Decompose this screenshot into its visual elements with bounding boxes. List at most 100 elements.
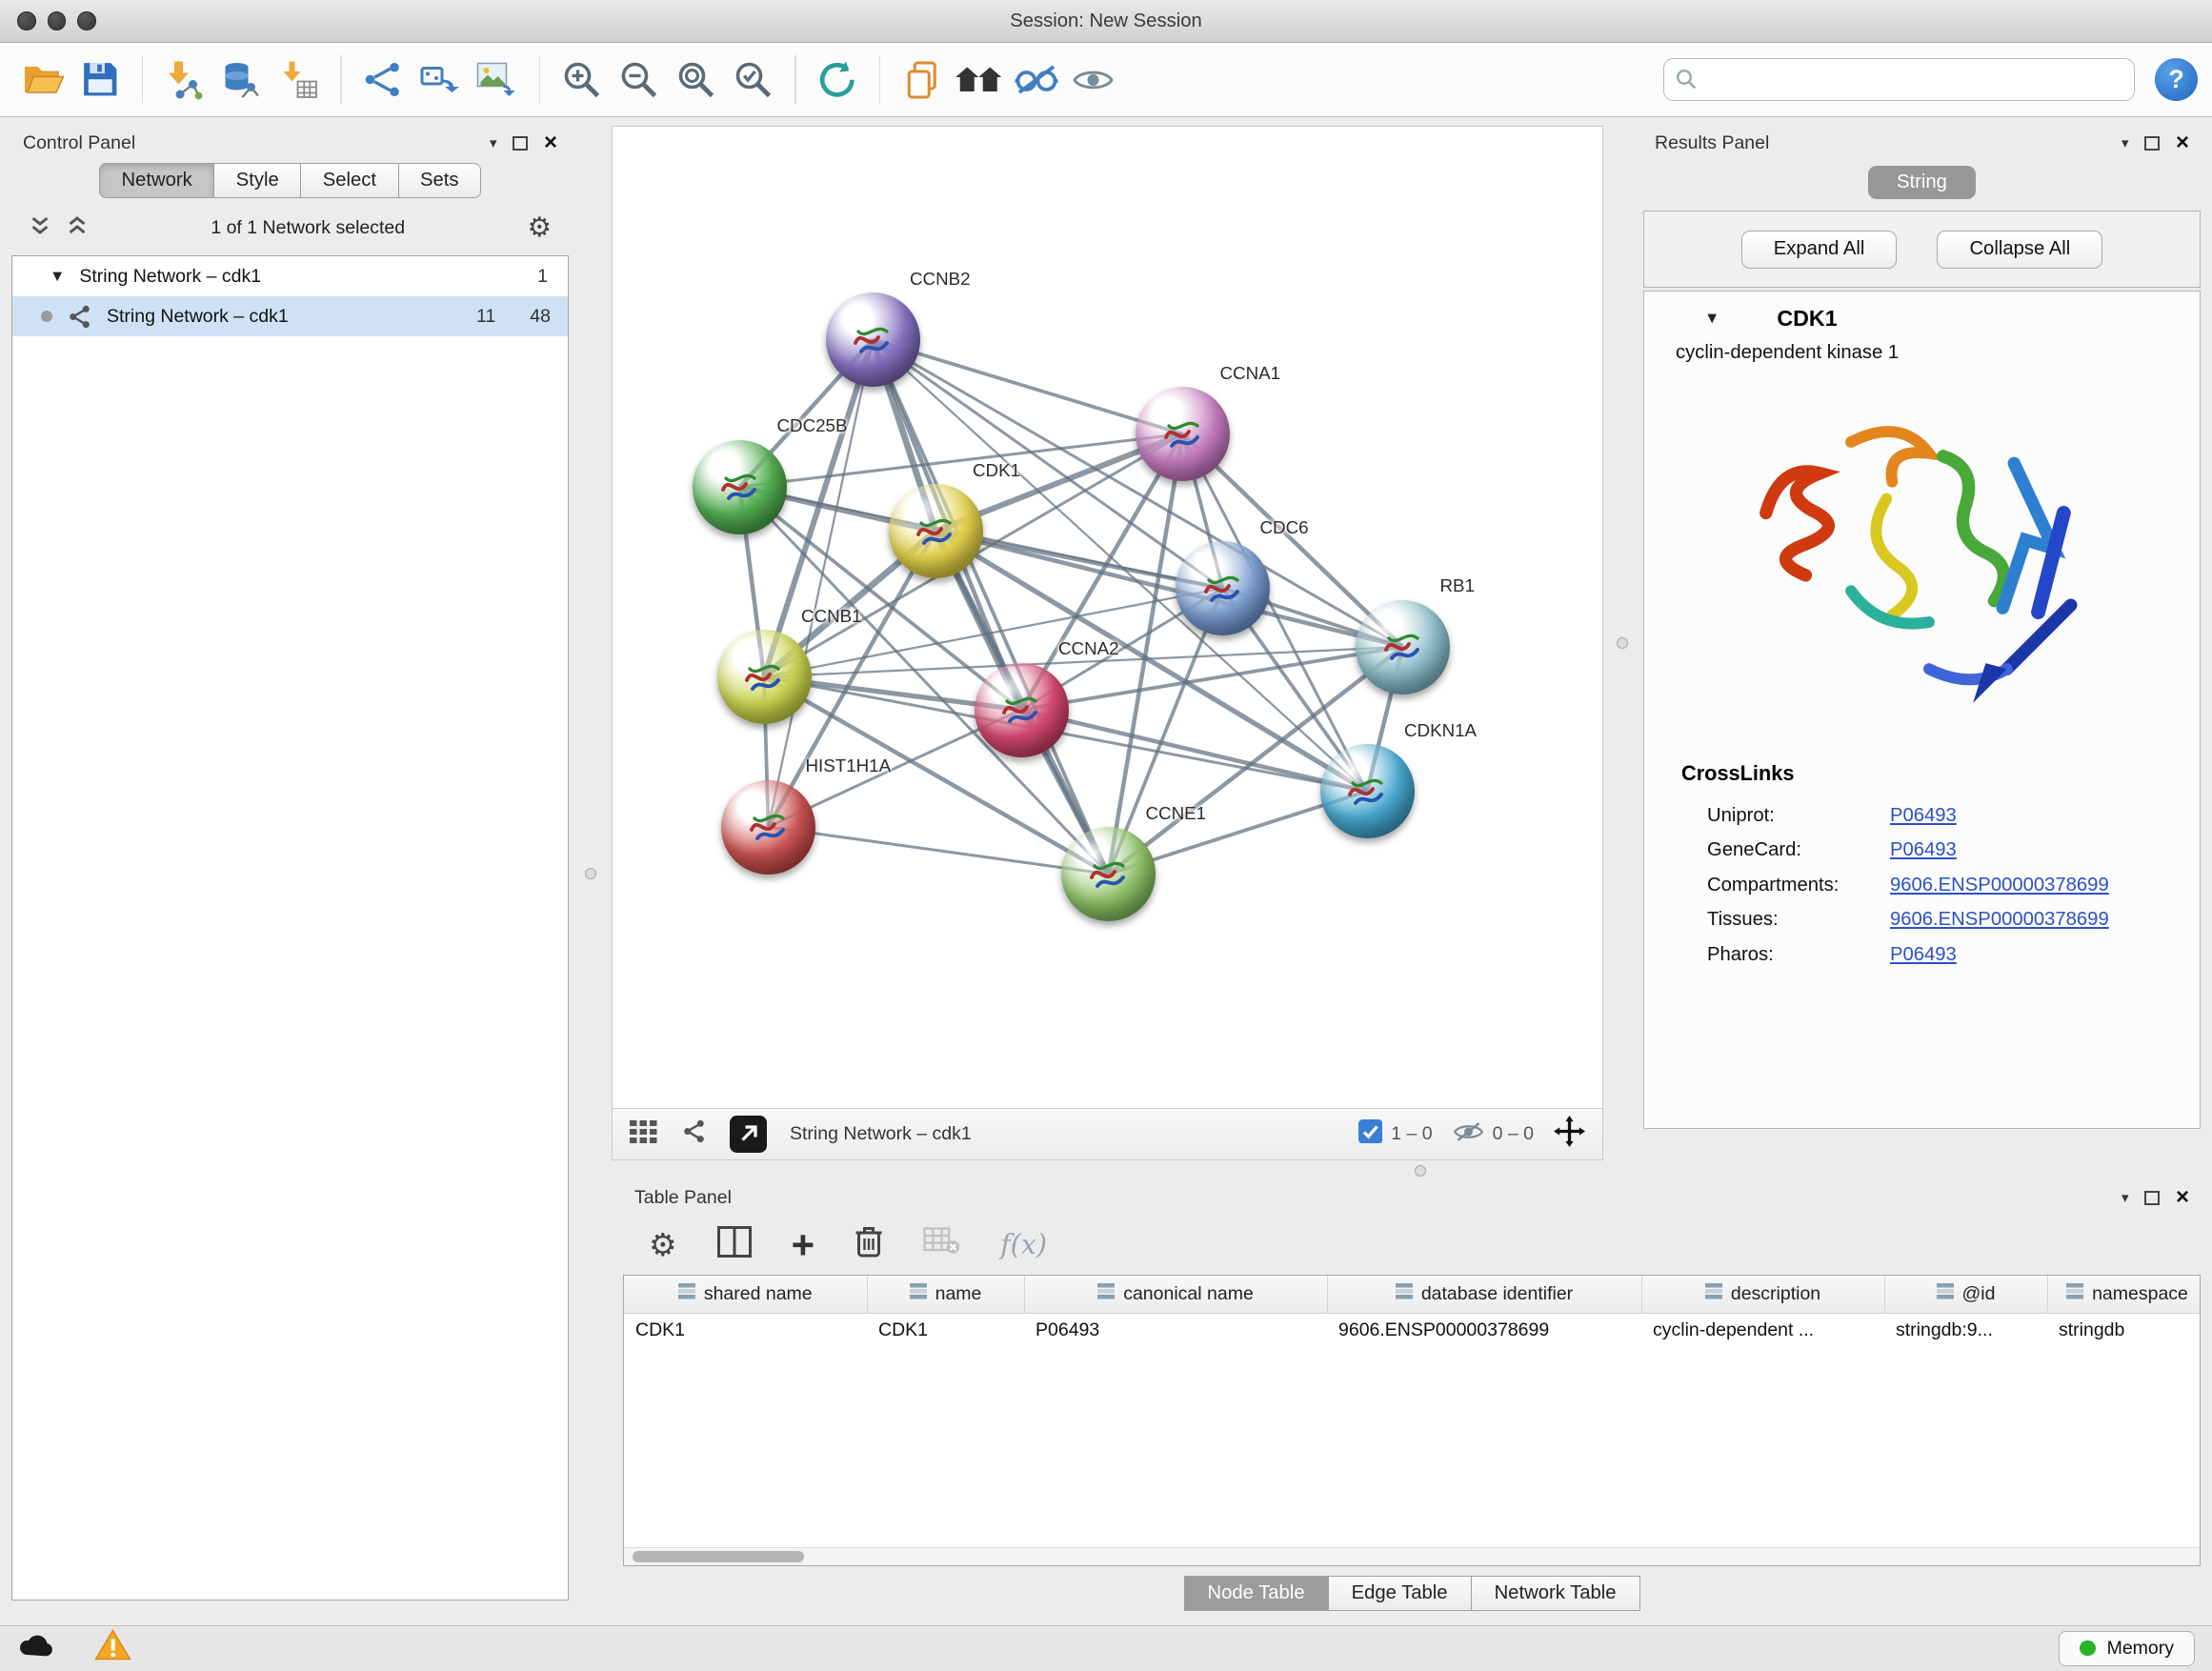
results-controls: Expand All Collapse All [1643, 211, 2201, 288]
show-graphics-details-button[interactable] [1065, 50, 1122, 110]
tab-select[interactable]: Select [301, 163, 398, 198]
hide-enhanced-labels-button[interactable] [1008, 50, 1065, 110]
import-network-from-file-button[interactable] [156, 50, 213, 110]
right-splitter-handle[interactable] [1617, 637, 1628, 649]
close-panel-icon[interactable]: × [2176, 1186, 2189, 1209]
network-node-rb1[interactable] [1356, 600, 1450, 695]
zoom-fit-button[interactable] [668, 50, 725, 110]
network-node-ccne1[interactable] [1061, 827, 1156, 921]
left-splitter-handle[interactable] [585, 868, 596, 879]
birdseye-view-icon[interactable] [630, 1120, 658, 1149]
collapse-panel-icon[interactable]: ▾ [490, 134, 497, 151]
crosslink-pharos-link[interactable]: P06493 [1890, 944, 1957, 966]
zoom-in-button[interactable] [553, 50, 611, 110]
column-header--id[interactable]: @id [1884, 1276, 2047, 1313]
table-options-gear-icon[interactable]: ⚙ [649, 1229, 677, 1260]
open-session-button[interactable] [14, 50, 71, 110]
minimize-window-button[interactable] [48, 11, 67, 30]
network-node-ccna2[interactable] [975, 663, 1069, 757]
import-table-button[interactable] [271, 50, 328, 110]
collapse-all-icon[interactable] [29, 215, 51, 242]
zoom-selected-button[interactable] [725, 50, 782, 110]
tab-style[interactable]: Style [214, 163, 301, 198]
float-panel-icon[interactable] [513, 136, 529, 151]
delete-table-icon [923, 1227, 960, 1262]
tab-edge-table[interactable]: Edge Table [1329, 1576, 1472, 1611]
export-network-button[interactable] [412, 50, 469, 110]
maximize-window-button[interactable] [77, 11, 96, 30]
crosslink-compartments-link[interactable]: 9606.ENSP00000378699 [1890, 875, 2109, 896]
network-node-cdc25b[interactable] [693, 440, 787, 534]
show-columns-icon[interactable] [717, 1226, 752, 1264]
network-node-ccnb1[interactable] [717, 630, 812, 724]
float-panel-icon[interactable] [2144, 1191, 2161, 1205]
memory-button[interactable]: Memory [2059, 1631, 2195, 1666]
column-header-canonical-name[interactable]: canonical name [1024, 1276, 1327, 1313]
selected-checkbox-icon[interactable] [1358, 1119, 1383, 1150]
string-home-button[interactable] [951, 50, 1008, 110]
hidden-eye-slash-icon[interactable] [1453, 1120, 1484, 1149]
collapse-panel-icon[interactable]: ▾ [2122, 134, 2129, 151]
expand-all-button[interactable]: Expand All [1741, 231, 1898, 269]
create-column-icon[interactable]: + [792, 1225, 815, 1265]
cloud-status-icon[interactable] [17, 1632, 54, 1664]
collapse-panel-icon[interactable]: ▾ [2122, 1189, 2129, 1206]
crosslink-uniprot-link[interactable]: P06493 [1890, 805, 1957, 827]
close-panel-icon[interactable]: × [544, 131, 557, 154]
crosslink-tissues-link[interactable]: 9606.ENSP00000378699 [1890, 909, 2109, 931]
help-button[interactable]: ? [2155, 58, 2198, 101]
detach-view-button[interactable] [730, 1116, 767, 1153]
table-row[interactable]: CDK1CDK1P064939606.ENSP00000378699cyclin… [624, 1313, 2201, 1347]
column-header-namespace[interactable]: namespace [2047, 1276, 2201, 1313]
node-label-rb1: RB1 [1440, 575, 1475, 596]
tab-node-table[interactable]: Node Table [1184, 1576, 1329, 1611]
import-network-from-database-button[interactable] [213, 50, 271, 110]
network-share-icon[interactable] [681, 1118, 707, 1150]
copy-style-button[interactable] [894, 50, 951, 110]
pan-crosshair-icon[interactable] [1554, 1116, 1585, 1153]
close-panel-icon[interactable]: × [2176, 131, 2189, 154]
apply-layout-button[interactable] [354, 50, 412, 110]
network-node-ccnb2[interactable] [826, 292, 920, 387]
string-results-tab[interactable]: String [1868, 166, 1976, 199]
crosslink-genecard-link[interactable]: P06493 [1890, 839, 1957, 861]
protein-disclosure-icon[interactable]: ▼ [1704, 310, 1719, 328]
network-node-cdc6[interactable] [1176, 541, 1270, 635]
scrollbar-thumb[interactable] [633, 1551, 804, 1562]
collection-disclosure-icon[interactable]: ▼ [50, 268, 65, 286]
search-input[interactable] [1706, 69, 2123, 91]
expand-all-icon[interactable] [66, 215, 89, 242]
float-panel-icon[interactable] [2144, 136, 2161, 151]
refresh-layout-button[interactable] [809, 50, 866, 110]
memory-status-dot [2080, 1641, 2096, 1657]
delete-column-icon[interactable] [855, 1224, 883, 1265]
network-node-hist1h1a[interactable] [721, 780, 815, 875]
tab-network-table[interactable]: Network Table [1472, 1576, 1640, 1611]
node-table: shared namenamecanonical namedatabase id… [623, 1275, 2201, 1566]
save-session-button[interactable] [71, 50, 129, 110]
collapse-all-button[interactable]: Collapse All [1937, 231, 2102, 269]
network-node-ccna1[interactable] [1136, 387, 1230, 481]
column-header-description[interactable]: description [1641, 1276, 1884, 1313]
tab-network[interactable]: Network [99, 163, 214, 198]
warning-icon[interactable] [94, 1629, 131, 1667]
table-hscrollbar[interactable] [624, 1547, 2200, 1566]
table-cell: P06493 [1024, 1313, 1327, 1347]
crosslink-label: Pharos: [1707, 944, 1890, 966]
column-header-database-identifier[interactable]: database identifier [1327, 1276, 1641, 1313]
network-node-cdkn1a[interactable] [1320, 744, 1415, 838]
export-image-button[interactable] [469, 50, 526, 110]
crosslinks-list: Uniprot:P06493GeneCard:P06493Compartment… [1681, 798, 2200, 973]
column-header-name[interactable]: name [867, 1276, 1024, 1313]
tab-sets[interactable]: Sets [399, 163, 482, 198]
network-options-gear-icon[interactable]: ⚙ [527, 214, 552, 242]
network-node-cdk1[interactable] [889, 484, 983, 578]
function-builder-icon[interactable]: f(x) [1000, 1229, 1047, 1260]
zoom-out-button[interactable] [611, 50, 668, 110]
network-canvas[interactable]: CCNB2CCNA1CDC25BCDK1CDC6RB1CCNB1CCNA2CDK… [613, 127, 1602, 1108]
column-header-shared-name[interactable]: shared name [624, 1276, 867, 1313]
horizontal-splitter-handle[interactable] [1415, 1165, 1426, 1177]
close-window-button[interactable] [17, 11, 36, 30]
network-row-selected[interactable]: String Network – cdk1 11 48 [12, 296, 568, 336]
network-collection-row[interactable]: ▼ String Network – cdk1 1 [12, 256, 568, 296]
